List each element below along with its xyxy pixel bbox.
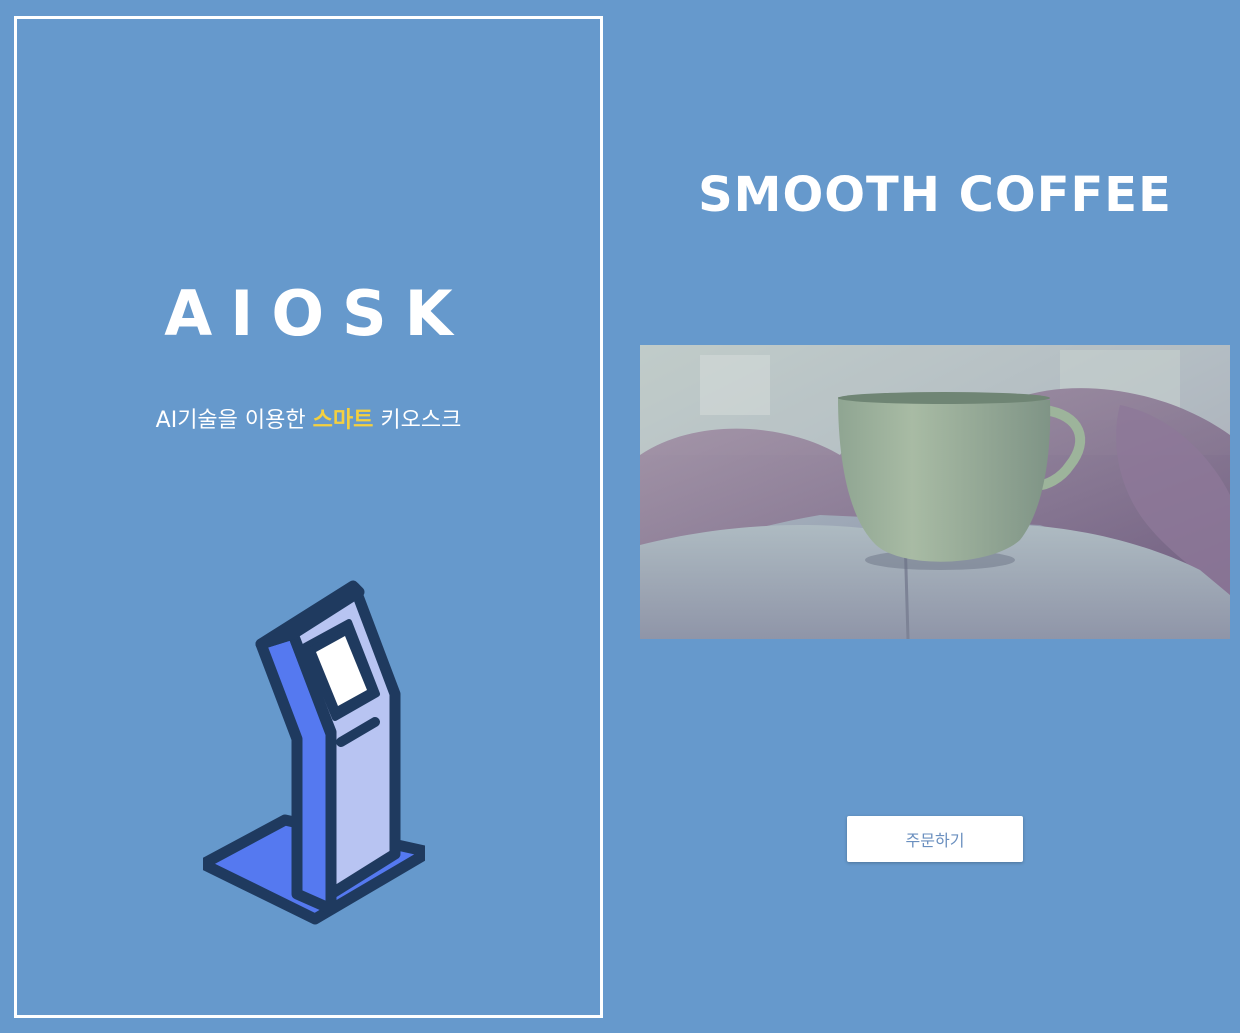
- tagline-prefix: AI기술을 이용한: [155, 408, 313, 433]
- kiosk-icon: [203, 580, 425, 925]
- tagline: AI기술을 이용한 스마트 키오스크: [17, 405, 600, 437]
- tagline-highlight: 스마트: [312, 408, 374, 433]
- intro-panel: AIOSK AI기술을 이용한 스마트 키오스크: [14, 16, 603, 1018]
- order-button[interactable]: 주문하기: [847, 816, 1023, 862]
- shop-title: SMOOTH COFFEE: [698, 167, 1172, 223]
- brand-logo: AIOSK: [164, 277, 471, 350]
- landing-page: AIOSK AI기술을 이용한 스마트 키오스크 SMOOTH COFFEE 주…: [0, 0, 1240, 1033]
- tagline-suffix: 키오스크: [373, 408, 462, 433]
- coffee-hero-image: [640, 345, 1230, 639]
- shop-panel: SMOOTH COFFEE 주문하기: [630, 0, 1240, 1033]
